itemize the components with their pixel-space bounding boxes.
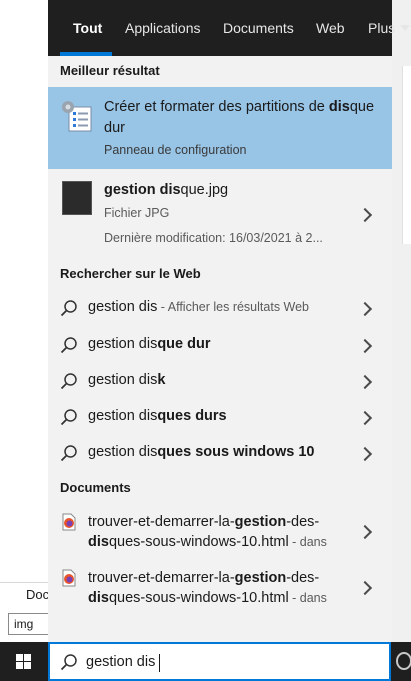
start-button[interactable] (0, 642, 48, 681)
search-tabs: Tout Applications Documents Web Plus (48, 0, 410, 56)
web-result-item[interactable]: gestion disques sous windows 10 (48, 435, 392, 471)
taskbar-app-icon[interactable] (396, 652, 411, 670)
chevron-right-icon[interactable] (357, 580, 373, 596)
document-title: trouver-et-demarrer-la-gestion-des- disq… (88, 570, 327, 606)
firefox-html-icon (62, 513, 76, 531)
web-result-item[interactable]: gestion disque dur (48, 327, 392, 363)
web-result-text: gestion disques durs (88, 408, 227, 424)
windows-logo-icon (16, 654, 23, 661)
best-match-subtitle: Panneau de configuration (104, 143, 247, 157)
chevron-right-icon[interactable] (357, 338, 373, 354)
background-window-left (0, 0, 48, 642)
web-result-text: gestion disques sous windows 10 (88, 444, 315, 460)
chevron-right-icon[interactable] (357, 301, 373, 317)
jpg-thumbnail-icon (62, 181, 92, 215)
document-result-item[interactable]: trouver-et-demarrer-la-gestion-des- disq… (48, 561, 392, 615)
search-icon (60, 337, 77, 354)
best-match-title: Créer et formater des partitions de disq… (104, 99, 375, 136)
tab-documents[interactable]: Documents (223, 0, 294, 56)
tab-web[interactable]: Web (316, 0, 345, 56)
search-icon (60, 373, 77, 390)
search-icon (60, 409, 77, 426)
best-match-heading: Meilleur résultat (60, 63, 160, 78)
file-result-type: Fichier JPG (104, 206, 170, 220)
text-caret (159, 654, 160, 672)
web-result-item[interactable]: gestion dis - Afficher les résultats Web (48, 290, 392, 326)
chevron-right-icon[interactable] (357, 524, 373, 540)
search-icon (60, 654, 77, 671)
web-search-heading: Rechercher sur le Web (60, 266, 201, 281)
search-input[interactable] (86, 652, 376, 672)
chevron-right-icon[interactable] (357, 207, 373, 223)
background-img-field: img (8, 613, 52, 635)
tab-all[interactable]: Tout (73, 0, 102, 56)
chevron-right-icon[interactable] (357, 374, 373, 390)
best-match-item[interactable]: Créer et formater des partitions de disq… (48, 87, 392, 169)
web-result-text: gestion dis - Afficher les résultats Web (88, 299, 310, 315)
document-result-item[interactable]: trouver-et-demarrer-la-gestion-des- disq… (48, 505, 392, 559)
file-result-modified: Dernière modification: 16/03/2021 à 2... (104, 231, 323, 245)
file-result-name: gestion disque.jpg (104, 182, 229, 198)
caret-down-icon (400, 25, 410, 31)
chevron-right-icon[interactable] (357, 446, 373, 462)
search-icon (60, 445, 77, 462)
tab-applications[interactable]: Applications (125, 0, 201, 56)
background-doc-tab: Doc (0, 582, 48, 606)
search-icon (60, 300, 77, 317)
file-result-item[interactable]: gestion disque.jpg Fichier JPG Dernière … (48, 171, 392, 255)
firefox-html-icon (62, 569, 76, 587)
search-panel: Tout Applications Documents Web Plus Mei… (48, 0, 410, 642)
web-result-item[interactable]: gestion disk (48, 363, 392, 399)
documents-heading: Documents (60, 480, 131, 495)
web-result-item[interactable]: gestion disques durs (48, 399, 392, 435)
tab-more[interactable]: Plus (368, 0, 410, 56)
background-window-right (392, 0, 411, 642)
web-result-text: gestion disk (88, 372, 166, 388)
document-title: trouver-et-demarrer-la-gestion-des- disq… (88, 514, 327, 550)
control-panel-icon (62, 101, 92, 132)
active-tab-indicator (60, 52, 112, 56)
search-box[interactable] (48, 642, 391, 681)
chevron-right-icon[interactable] (357, 410, 373, 426)
web-result-text: gestion disque dur (88, 336, 211, 352)
